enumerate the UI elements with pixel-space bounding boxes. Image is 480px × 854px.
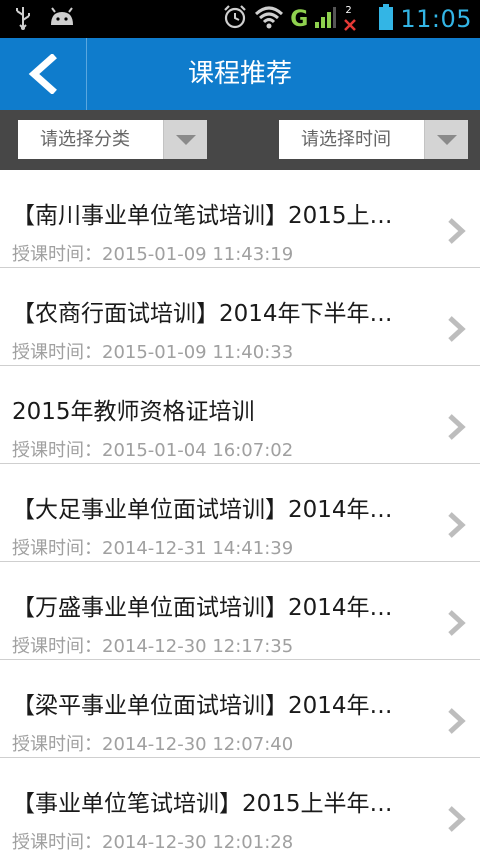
course-title: 【梁平事业单位面试培训】2014年梁平事业单位面试培训 (12, 693, 412, 719)
course-title: 【万盛事业单位面试培训】2014年万盛事业单位面试培训 (12, 595, 412, 621)
back-button[interactable] (0, 38, 86, 110)
list-item[interactable]: 【大足事业单位面试培训】2014年大足事业单位面试培训 授课时间：2014-12… (0, 464, 480, 562)
usb-icon (14, 6, 32, 34)
chevron-right-icon (448, 316, 466, 342)
course-title: 【南川事业单位笔试培训】2015上半年南川事业单位笔试培训 (12, 203, 412, 229)
chevron-right-icon (448, 708, 466, 734)
network-type-label: G (290, 6, 309, 32)
wifi-icon (254, 5, 284, 33)
course-time: 授课时间：2015-01-09 11:40:33 (12, 342, 294, 363)
chevron-right-icon (448, 806, 466, 832)
alarm-icon (222, 4, 248, 34)
chevron-right-icon (448, 610, 466, 636)
list-item[interactable]: 【南川事业单位笔试培训】2015上半年南川事业单位笔试培训 授课时间：2015-… (0, 170, 480, 268)
battery-icon (378, 3, 394, 35)
course-time: 授课时间：2014-12-31 14:41:39 (12, 538, 294, 559)
page-title: 课程推荐 (187, 59, 292, 89)
course-title: 2015年教师资格证培训 (12, 399, 255, 425)
time-select[interactable]: 请选择时间 (279, 120, 468, 159)
course-time: 授课时间：2014-12-30 12:17:35 (12, 636, 294, 657)
chevron-right-icon (448, 414, 466, 440)
course-title: 【事业单位笔试培训】2015上半年事业单位笔试培训 (12, 791, 412, 817)
chevron-right-icon (448, 218, 466, 244)
category-select-label: 请选择分类 (40, 129, 130, 150)
course-title: 【大足事业单位面试培训】2014年大足事业单位面试培训 (12, 497, 412, 523)
course-time: 授课时间：2014-12-30 12:01:28 (12, 832, 294, 853)
course-time: 授课时间：2015-01-04 16:07:02 (12, 440, 294, 461)
list-item[interactable]: 【万盛事业单位面试培训】2014年万盛事业单位面试培训 授课时间：2014-12… (0, 562, 480, 660)
status-bar: G 2 11:05 (0, 0, 480, 38)
clock: 11:05 (400, 5, 472, 33)
chevron-right-icon (448, 512, 466, 538)
chevron-left-icon (28, 54, 57, 94)
course-list: 【南川事业单位笔试培训】2015上半年南川事业单位笔试培训 授课时间：2015-… (0, 170, 480, 854)
signal-icon (314, 5, 337, 33)
filter-bar: 请选择分类 请选择时间 (0, 110, 480, 170)
list-item[interactable]: 【梁平事业单位面试培训】2014年梁平事业单位面试培训 授课时间：2014-12… (0, 660, 480, 758)
list-item[interactable]: 2015年教师资格证培训 授课时间：2015-01-04 16:07:02 (0, 366, 480, 464)
course-time: 授课时间：2015-01-09 11:43:19 (12, 244, 294, 265)
notification-count: 2 (345, 5, 352, 16)
app-header: 课程推荐 (0, 38, 480, 110)
course-title: 【农商行面试培训】2014年下半年农商行面试培训 (12, 301, 412, 327)
list-item[interactable]: 【事业单位笔试培训】2015上半年事业单位笔试培训 授课时间：2014-12-3… (0, 758, 480, 854)
android-icon (48, 7, 76, 33)
no-sim-icon: 2 (342, 5, 358, 33)
dropdown-arrow-icon[interactable] (163, 120, 207, 159)
list-item[interactable]: 【农商行面试培训】2014年下半年农商行面试培训 授课时间：2015-01-09… (0, 268, 480, 366)
dropdown-arrow-icon[interactable] (424, 120, 468, 159)
course-time: 授课时间：2014-12-30 12:07:40 (12, 734, 294, 755)
time-select-label: 请选择时间 (301, 129, 391, 150)
category-select[interactable]: 请选择分类 (18, 120, 207, 159)
